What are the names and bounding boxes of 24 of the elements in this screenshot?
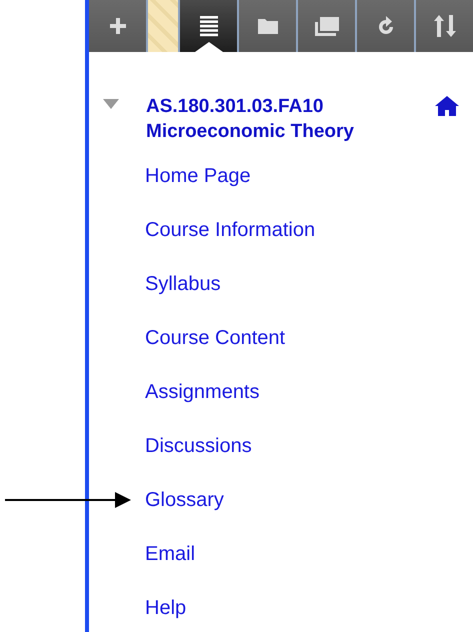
add-button[interactable] xyxy=(89,0,146,52)
refresh-button[interactable] xyxy=(357,0,414,52)
menu-link[interactable]: Syllabus xyxy=(145,273,221,295)
menu-link[interactable]: Home Page xyxy=(145,165,251,187)
folder-icon xyxy=(256,17,278,35)
menu-link[interactable]: Course Content xyxy=(145,327,286,349)
folder-button[interactable] xyxy=(239,0,296,52)
plus-icon xyxy=(108,17,126,35)
menu-link[interactable]: Course Information xyxy=(145,219,316,241)
course-name-link[interactable]: Microeconomic Theory xyxy=(146,119,435,144)
expand-triangle-icon[interactable] xyxy=(103,99,119,109)
windows-icon xyxy=(314,16,340,36)
menu-link[interactable]: Email xyxy=(145,543,196,565)
course-code-link[interactable]: AS.180.301.03.FA10 xyxy=(146,94,435,119)
home-icon[interactable] xyxy=(435,96,459,116)
sort-button[interactable] xyxy=(416,0,473,52)
windows-button[interactable] xyxy=(298,0,355,52)
sort-icon xyxy=(432,14,456,38)
menu-link[interactable]: Glossary xyxy=(145,489,224,511)
list-button[interactable] xyxy=(180,0,237,52)
menu-link[interactable]: Assignments xyxy=(145,381,260,403)
list-icon xyxy=(198,15,218,37)
menu-link[interactable]: Discussions xyxy=(145,435,252,457)
menu-link[interactable]: Help xyxy=(145,597,186,619)
